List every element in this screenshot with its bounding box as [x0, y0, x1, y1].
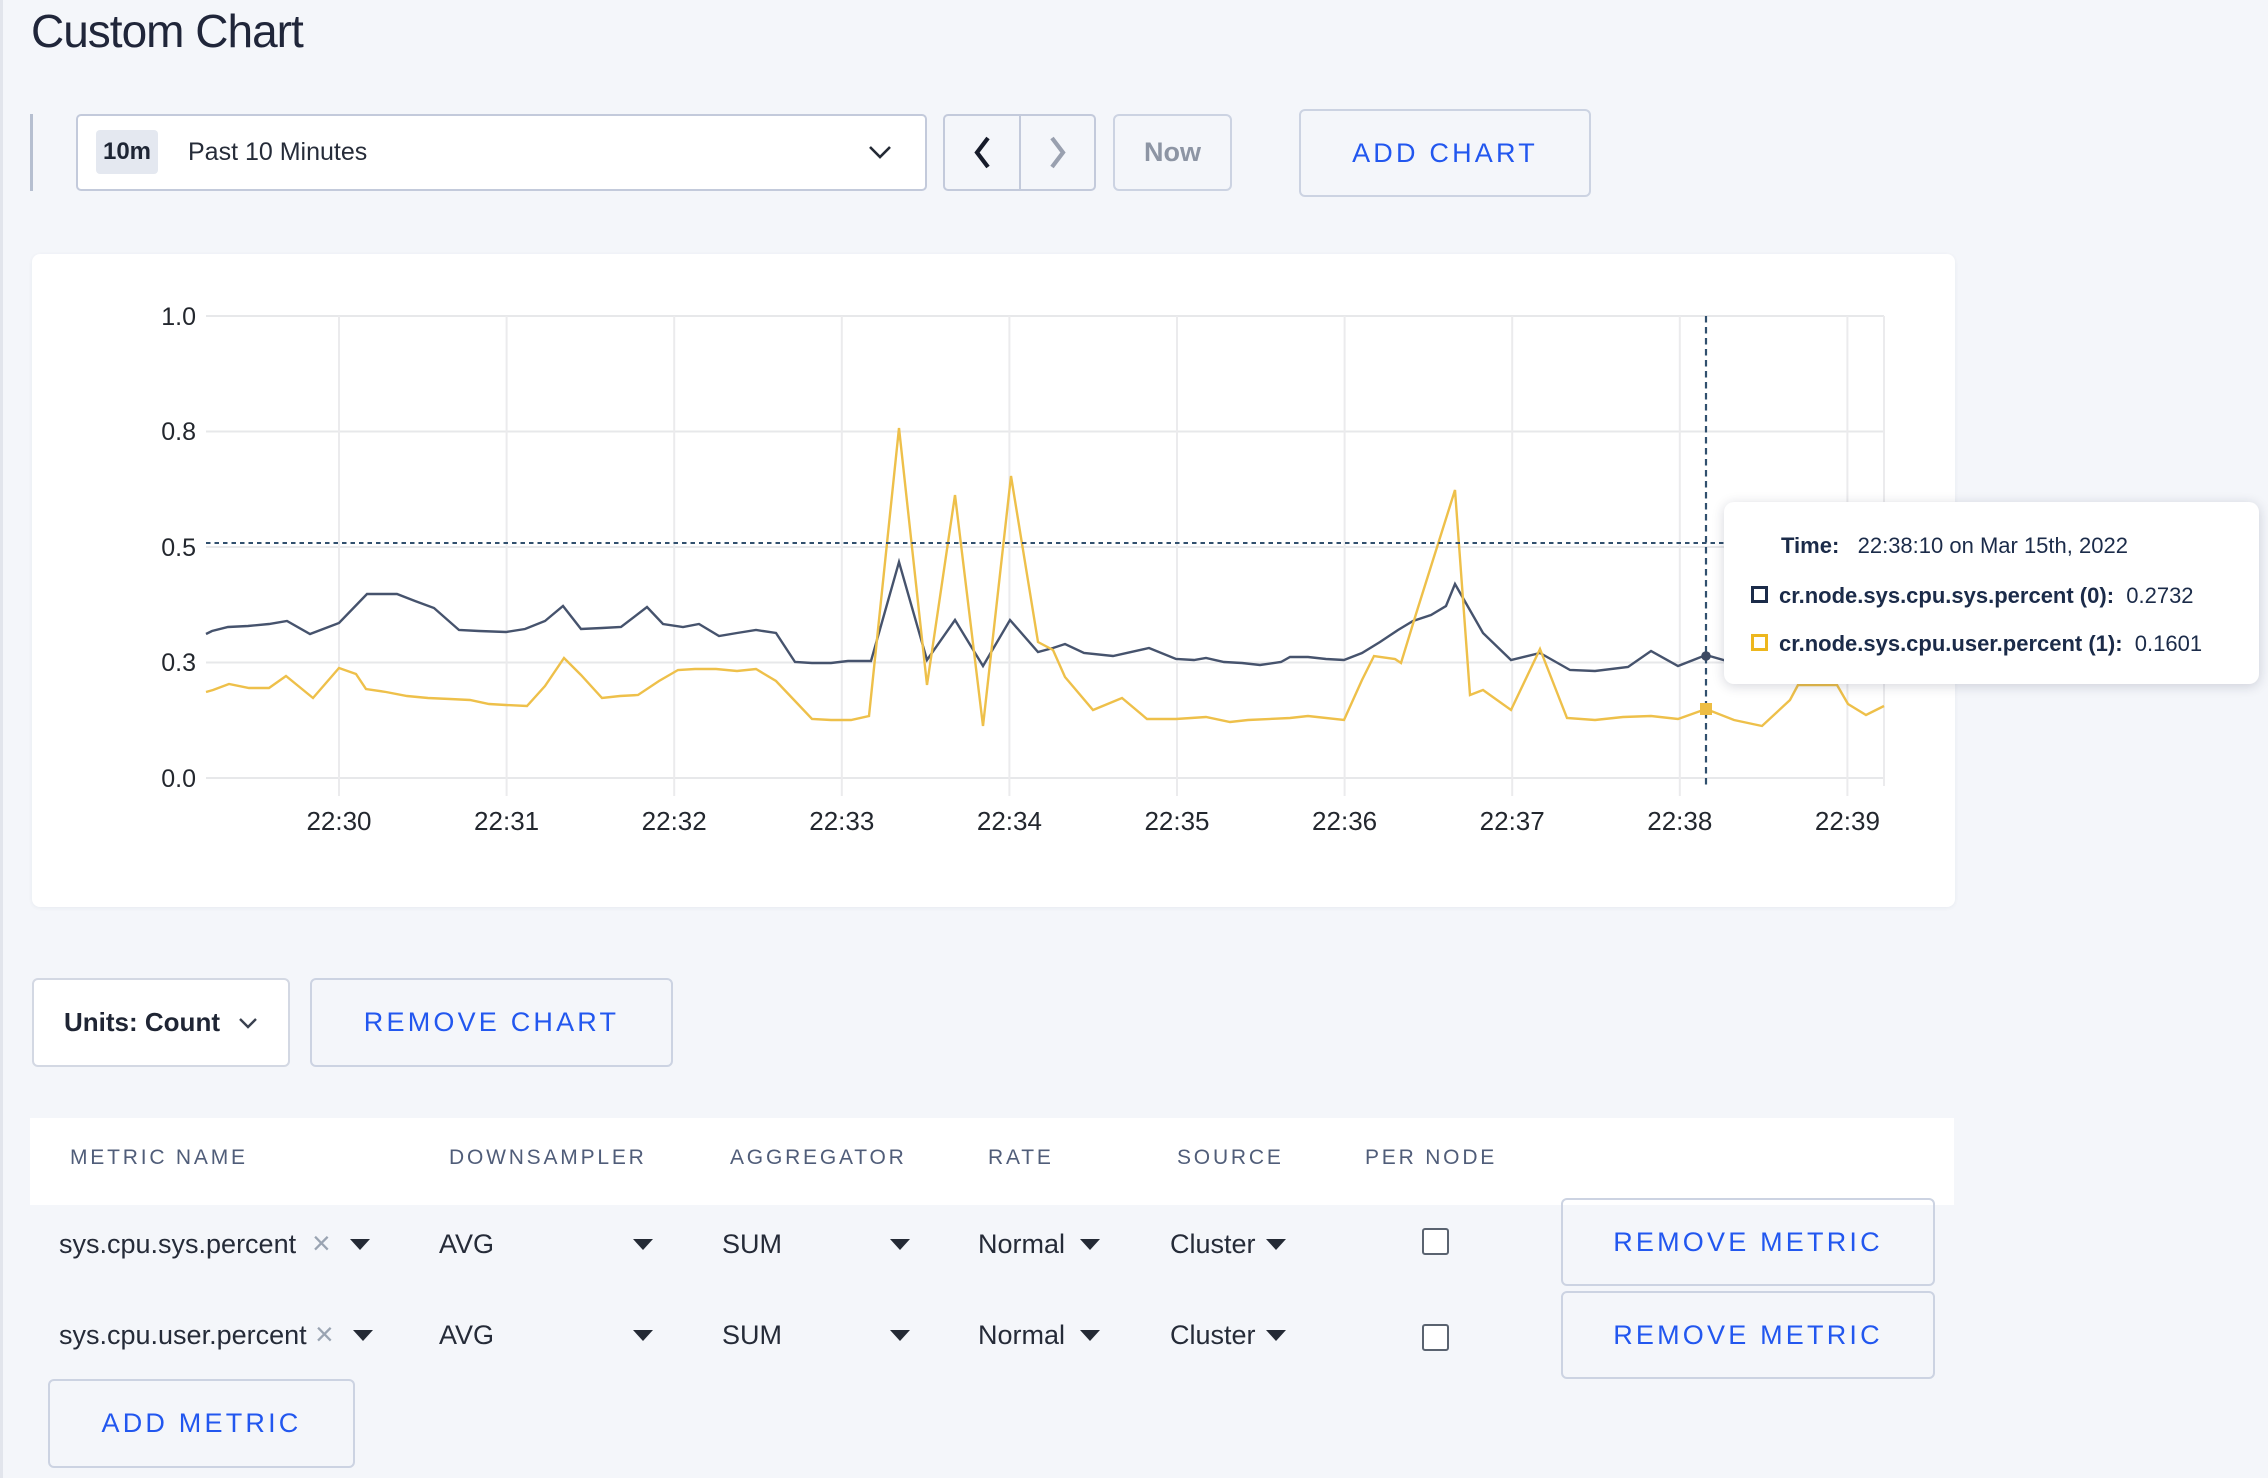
svg-text:0.0: 0.0 [161, 765, 196, 793]
svg-text:1.0: 1.0 [161, 303, 196, 331]
svg-text:0.3: 0.3 [161, 649, 196, 677]
svg-text:22:34: 22:34 [977, 806, 1042, 836]
svg-text:22:39: 22:39 [1815, 806, 1880, 836]
svg-text:22:36: 22:36 [1312, 806, 1377, 836]
svg-text:0.5: 0.5 [161, 534, 196, 562]
svg-text:22:37: 22:37 [1480, 806, 1545, 836]
svg-text:22:33: 22:33 [809, 806, 874, 836]
svg-text:0.8: 0.8 [161, 418, 196, 446]
svg-text:22:32: 22:32 [642, 806, 707, 836]
svg-text:22:38: 22:38 [1647, 806, 1712, 836]
svg-text:22:30: 22:30 [306, 806, 371, 836]
svg-text:22:35: 22:35 [1144, 806, 1209, 836]
svg-text:22:31: 22:31 [474, 806, 539, 836]
